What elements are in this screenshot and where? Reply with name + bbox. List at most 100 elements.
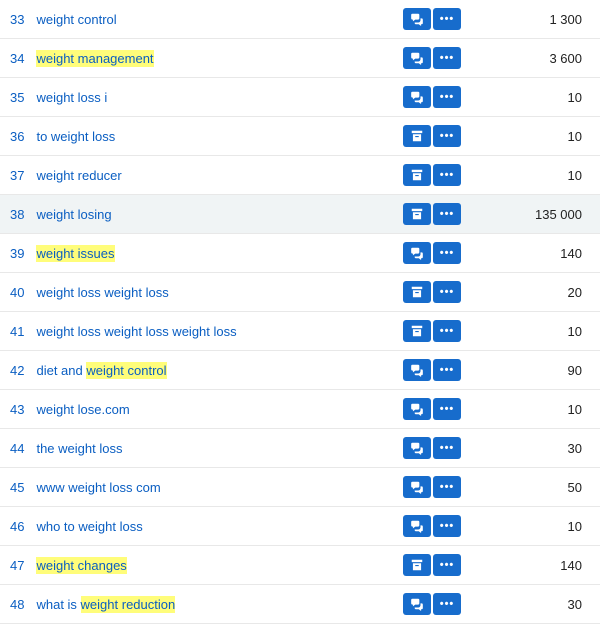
keyword-cell: what is weight reduction (30, 585, 395, 624)
table-row: 47weight changes•••140 (0, 546, 600, 585)
more-options-button[interactable]: ••• (433, 125, 461, 147)
search-volume: 20 (465, 273, 600, 312)
keyword-link[interactable]: to weight loss (36, 129, 115, 144)
row-controls: ••• (395, 351, 465, 390)
keyword-link[interactable]: weight loss weight loss weight loss (36, 324, 236, 339)
keyword-link[interactable]: weight control (36, 12, 116, 27)
keyword-link[interactable]: weight changes (36, 557, 126, 574)
row-number: 36 (0, 117, 30, 156)
row-number: 45 (0, 468, 30, 507)
more-options-button[interactable]: ••• (433, 164, 461, 186)
row-controls: ••• (395, 429, 465, 468)
keyword-cell: weight loss weight loss (30, 273, 395, 312)
chat-icon[interactable] (403, 593, 431, 615)
table-row: 36 to weight loss •••10 (0, 117, 600, 156)
search-volume: 10 (465, 507, 600, 546)
row-number: 34 (0, 39, 30, 78)
keyword-link[interactable]: www weight loss com (36, 480, 160, 495)
search-volume: 3 600 (465, 39, 600, 78)
keyword-cell: to weight loss (30, 117, 395, 156)
more-options-button[interactable]: ••• (433, 554, 461, 576)
row-number: 44 (0, 429, 30, 468)
chat-icon[interactable] (403, 359, 431, 381)
more-options-button[interactable]: ••• (433, 242, 461, 264)
chat-icon[interactable] (403, 242, 431, 264)
keyword-cell: www weight loss com (30, 468, 395, 507)
more-options-button[interactable]: ••• (433, 8, 461, 30)
chat-icon[interactable] (403, 437, 431, 459)
chat-icon[interactable] (403, 8, 431, 30)
chat-icon[interactable] (403, 47, 431, 69)
more-options-button[interactable]: ••• (433, 593, 461, 615)
search-volume: 1 300 (465, 0, 600, 39)
table-row: 40weight loss weight loss•••20 (0, 273, 600, 312)
more-options-button[interactable]: ••• (433, 47, 461, 69)
row-controls: ••• (395, 0, 465, 39)
table-row: 46 who to weight loss •••10 (0, 507, 600, 546)
search-volume: 10 (465, 390, 600, 429)
keyword-cell: weight loss weight loss weight loss (30, 312, 395, 351)
keyword-link[interactable]: weight reducer (36, 168, 121, 183)
shopping-icon[interactable] (403, 320, 431, 342)
table-row: 44the weight loss•••30 (0, 429, 600, 468)
keyword-cell: weight lose.com (30, 390, 395, 429)
more-options-button[interactable]: ••• (433, 320, 461, 342)
search-volume: 10 (465, 312, 600, 351)
row-controls: ••• (395, 312, 465, 351)
keyword-link[interactable]: the weight loss (36, 441, 122, 456)
search-volume: 50 (465, 468, 600, 507)
row-controls: ••• (395, 390, 465, 429)
more-options-button[interactable]: ••• (433, 515, 461, 537)
shopping-icon[interactable] (403, 281, 431, 303)
row-controls: ••• (395, 195, 465, 234)
row-number: 38 (0, 195, 30, 234)
keyword-link[interactable]: weight loss weight loss (36, 285, 168, 300)
more-options-button[interactable]: ••• (433, 86, 461, 108)
more-options-button[interactable]: ••• (433, 203, 461, 225)
search-volume: 30 (465, 585, 600, 624)
shopping-icon[interactable] (403, 554, 431, 576)
table-row: 34 weight management •••3 600 (0, 39, 600, 78)
search-volume: 10 (465, 78, 600, 117)
chat-icon[interactable] (403, 398, 431, 420)
keyword-link[interactable]: weight issues (36, 245, 114, 262)
more-options-button[interactable]: ••• (433, 437, 461, 459)
keyword-highlight: weight control (86, 362, 166, 379)
row-controls: ••• (395, 273, 465, 312)
keyword-link[interactable]: weight management (36, 50, 153, 67)
keyword-cell: who to weight loss (30, 507, 395, 546)
search-volume: 10 (465, 156, 600, 195)
keyword-cell: weight changes (30, 546, 395, 585)
chat-icon[interactable] (403, 476, 431, 498)
more-options-button[interactable]: ••• (433, 359, 461, 381)
row-controls: ••• (395, 78, 465, 117)
search-volume: 135 000 (465, 195, 600, 234)
keyword-cell: weight reducer (30, 156, 395, 195)
row-controls: ••• (395, 117, 465, 156)
chat-icon[interactable] (403, 515, 431, 537)
chat-icon[interactable] (403, 86, 431, 108)
shopping-icon[interactable] (403, 203, 431, 225)
table-row: 35weight loss i•••10 (0, 78, 600, 117)
row-number: 33 (0, 0, 30, 39)
row-number: 46 (0, 507, 30, 546)
keyword-link[interactable]: weight lose.com (36, 402, 129, 417)
shopping-icon[interactable] (403, 164, 431, 186)
table-row: 38 weight losing •••135 000 (0, 195, 600, 234)
keyword-link[interactable]: weight losing (36, 207, 111, 222)
keyword-cell: weight issues (30, 234, 395, 273)
search-volume: 10 (465, 117, 600, 156)
keyword-link[interactable]: who to weight loss (36, 519, 142, 534)
keyword-link[interactable]: diet and weight control (36, 362, 166, 379)
shopping-icon[interactable] (403, 125, 431, 147)
keyword-link[interactable]: weight loss i (36, 90, 107, 105)
row-number: 42 (0, 351, 30, 390)
row-number: 43 (0, 390, 30, 429)
search-volume: 140 (465, 546, 600, 585)
table-row: 43 weight lose.com •••10 (0, 390, 600, 429)
more-options-button[interactable]: ••• (433, 476, 461, 498)
more-options-button[interactable]: ••• (433, 398, 461, 420)
table-row: 33 weight control •••1 300 (0, 0, 600, 39)
keyword-link[interactable]: what is weight reduction (36, 596, 175, 613)
more-options-button[interactable]: ••• (433, 281, 461, 303)
